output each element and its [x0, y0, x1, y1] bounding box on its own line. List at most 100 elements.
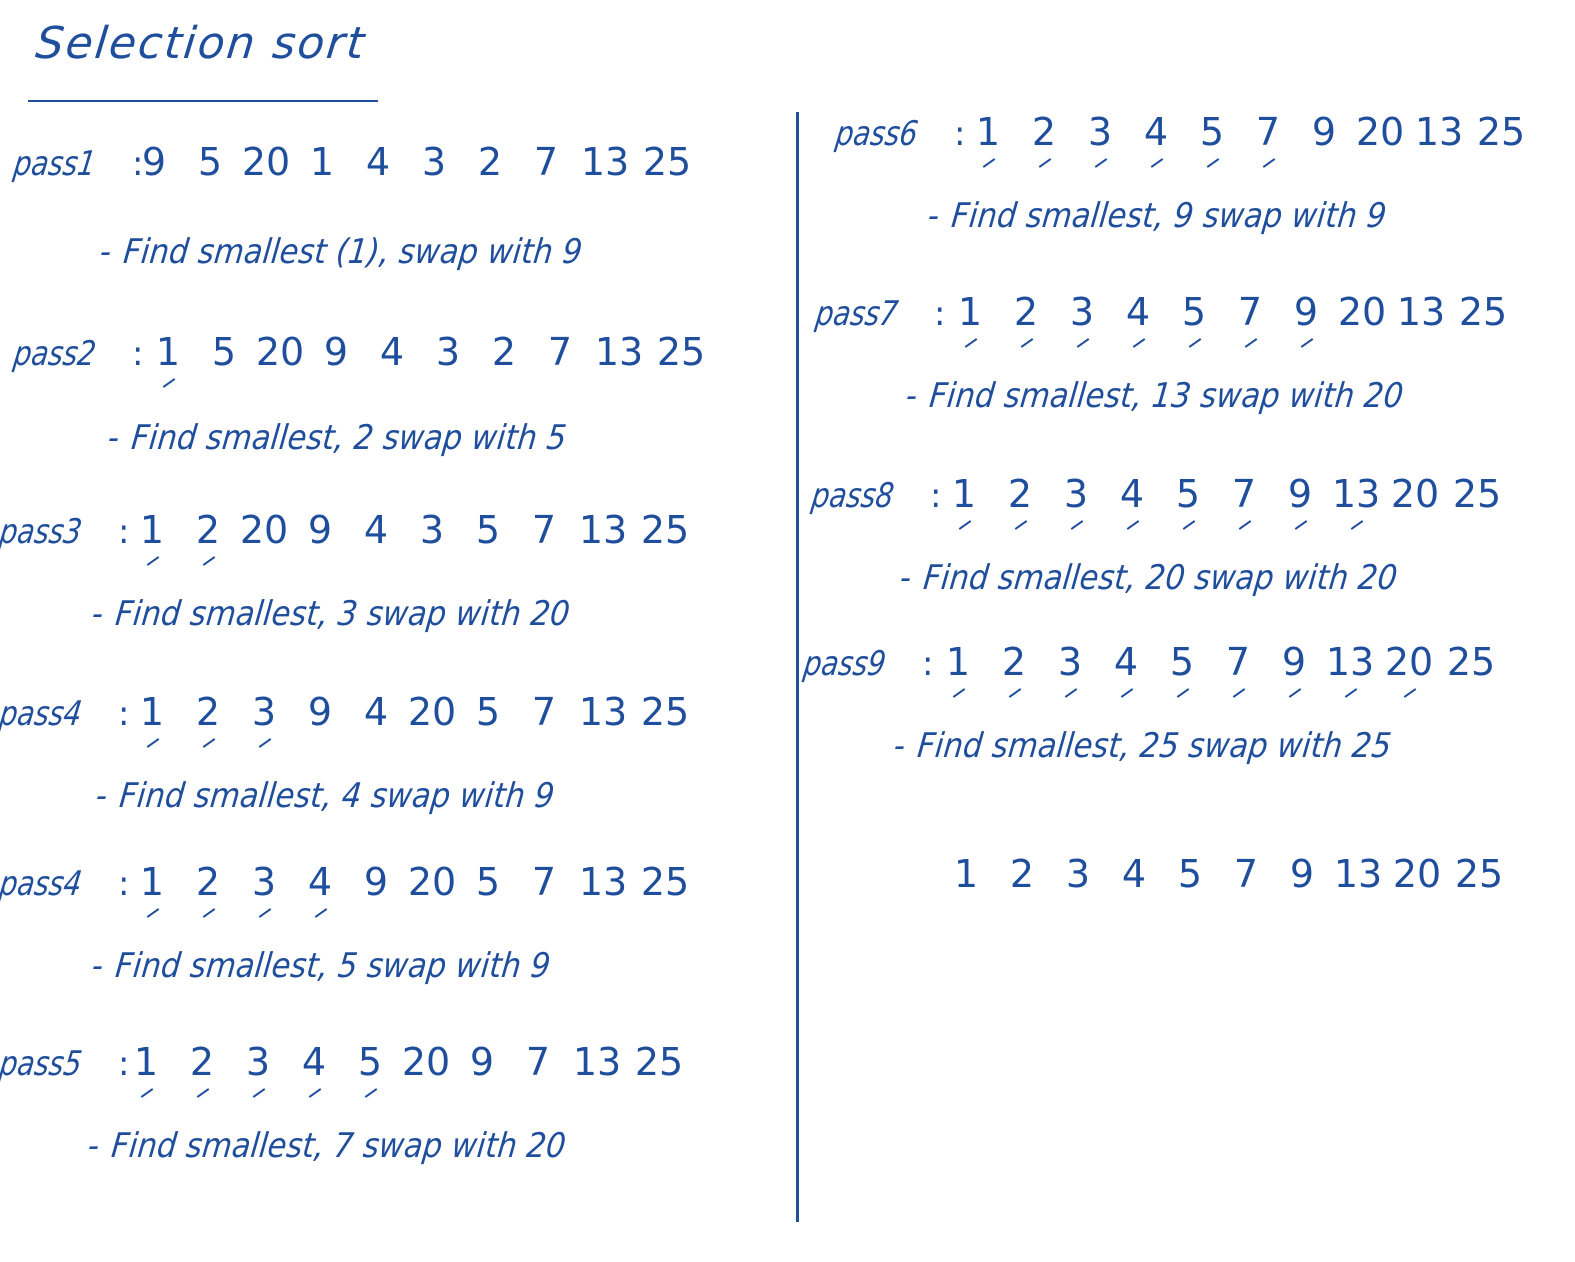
- step-text: Find smallest, 3 swap with 20: [113, 594, 572, 634]
- array-number: 5: [475, 508, 501, 552]
- array-number: 3: [1072, 110, 1128, 168]
- array-number: 25: [1446, 640, 1496, 684]
- sorted-tick-mark: [1232, 688, 1246, 698]
- array-number: 5: [475, 860, 501, 904]
- array-number: 5: [1166, 290, 1222, 348]
- sorted-tick-mark: [258, 908, 272, 918]
- pass-label: pass6: [833, 114, 921, 154]
- array-number: 2: [180, 508, 236, 566]
- array-number: 7: [531, 508, 557, 552]
- array-number: 9: [363, 860, 389, 904]
- sorted-tick-mark: [252, 1088, 266, 1098]
- final-number: 9: [1289, 852, 1315, 896]
- array-number: 5: [1160, 472, 1216, 530]
- array-number: 3: [435, 330, 461, 374]
- array-number: 3: [421, 140, 447, 184]
- array-number: 7: [1240, 110, 1296, 168]
- array-number: 20: [401, 1040, 451, 1084]
- bullet-dash: -: [89, 594, 106, 634]
- number-list: 1 2 3 4 5 7 9 13 20 25: [936, 472, 1508, 530]
- column-divider: [796, 112, 799, 1222]
- array-number: 13: [1414, 110, 1464, 154]
- array-number: 4: [286, 1040, 342, 1098]
- array-number: 5: [475, 690, 501, 734]
- sorted-tick-mark: [146, 908, 160, 918]
- array-number: 1: [124, 508, 180, 566]
- array-number: 1: [936, 472, 992, 530]
- sorted-tick-mark: [952, 688, 966, 698]
- sorted-tick-mark: [1020, 338, 1034, 348]
- array-number: 20: [255, 330, 305, 374]
- array-number: 13: [578, 860, 628, 904]
- bullet-dash: -: [97, 232, 114, 272]
- sorted-tick-mark: [1076, 338, 1090, 348]
- sorted-tick-mark: [162, 378, 176, 388]
- sorted-tick-mark: [1070, 520, 1084, 530]
- pass-row: pass1:9 5 20 1 4 3 2 7 13 25: [11, 140, 698, 184]
- final-number: 3: [1065, 852, 1091, 896]
- array-number: 4: [1098, 640, 1154, 698]
- array-number: 25: [1452, 472, 1502, 516]
- array-number: 9: [469, 1040, 495, 1084]
- array-number: 3: [1054, 290, 1110, 348]
- step-text: Find smallest, 9 swap with 9: [949, 196, 1389, 236]
- sorted-tick-mark: [964, 338, 978, 348]
- array-number: 1: [930, 640, 986, 698]
- sorted-tick-mark: [982, 158, 996, 168]
- array-number: 9: [1278, 290, 1334, 348]
- step-text: Find smallest, 20 swap with 20: [921, 558, 1400, 598]
- sorted-tick-mark: [1300, 338, 1314, 348]
- array-number: 4: [1110, 290, 1166, 348]
- handwritten-page: Selection sort pass1:9 5 20 1 4 3 2 7 13 25- Find …: [0, 0, 1575, 1262]
- number-list: 1 5 20 9 4 3 2 7 13 25: [140, 330, 712, 388]
- array-number: 1: [942, 290, 998, 348]
- bullet-dash: -: [85, 1126, 102, 1166]
- pass-label: pass5: [0, 1044, 85, 1084]
- final-number: 4: [1121, 852, 1147, 896]
- pass-row: pass3:1 2 20 9 4 3 5 7 13 25: [0, 508, 696, 566]
- array-number: 2: [491, 330, 517, 374]
- pass-label: pass2: [11, 334, 99, 374]
- number-list: 1 2 3 4 9 20 5 7 13 25: [124, 860, 696, 918]
- array-number: 20: [241, 140, 291, 184]
- sorted-tick-mark: [364, 1088, 378, 1098]
- pass-label: pass4: [0, 694, 85, 734]
- array-number: 20: [1337, 290, 1387, 334]
- sorted-tick-mark: [1262, 158, 1276, 168]
- sorted-tick-mark: [1094, 158, 1108, 168]
- array-number: 25: [640, 690, 690, 734]
- array-number: 1: [140, 330, 196, 388]
- pass-row: pass2:1 5 20 9 4 3 2 7 13 25: [11, 330, 712, 388]
- sorted-tick-mark: [1238, 520, 1252, 530]
- array-number: 2: [174, 1040, 230, 1098]
- bullet-dash: -: [93, 776, 110, 816]
- bullet-dash: -: [891, 726, 908, 766]
- array-number: 3: [236, 690, 292, 748]
- step-text: Find smallest, 2 swap with 5: [129, 418, 569, 458]
- array-number: 7: [1222, 290, 1278, 348]
- array-number: 7: [531, 860, 557, 904]
- step-text: Find smallest (1), swap with 9: [121, 232, 585, 272]
- pass-step-note: - Find smallest, 3 swap with 20: [90, 594, 572, 634]
- array-number: 20: [1355, 110, 1405, 154]
- pass-label: pass4: [0, 864, 85, 904]
- bullet-dash: -: [897, 558, 914, 598]
- array-number: 7: [531, 690, 557, 734]
- sorted-tick-mark: [146, 738, 160, 748]
- final-number: 2: [1009, 852, 1035, 896]
- sorted-tick-mark: [1206, 158, 1220, 168]
- pass-label: pass9: [801, 644, 889, 684]
- sorted-tick-mark: [140, 1088, 154, 1098]
- array-number: 13: [578, 508, 628, 552]
- sorted-tick-mark: [202, 556, 216, 566]
- sorted-tick-mark: [1244, 338, 1258, 348]
- array-number: 3: [1048, 472, 1104, 530]
- final-number: 5: [1177, 852, 1203, 896]
- array-number: 4: [1128, 110, 1184, 168]
- number-list: 1 2 3 9 4 20 5 7 13 25: [124, 690, 696, 748]
- array-number: 4: [365, 140, 391, 184]
- sorted-tick-mark: [1126, 520, 1140, 530]
- array-number: 13: [1396, 290, 1446, 334]
- array-number: 25: [1458, 290, 1508, 334]
- array-number: 20: [1378, 640, 1440, 698]
